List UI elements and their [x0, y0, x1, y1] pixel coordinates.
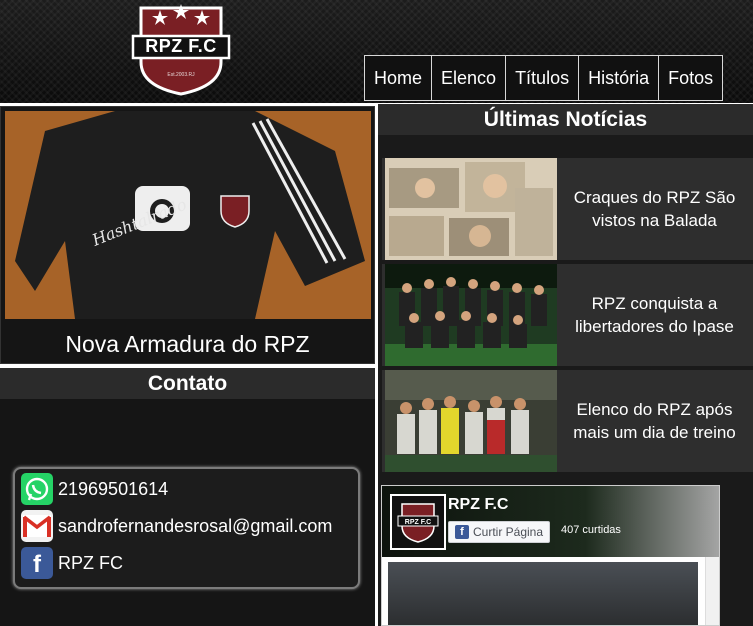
logo-text: RPZ F.C — [145, 36, 217, 56]
facebook-page-name: RPZ FC — [58, 552, 123, 573]
nav-historia[interactable]: História — [578, 55, 660, 101]
news-thumbnail[interactable] — [385, 264, 557, 366]
contact-title: Contato — [0, 368, 375, 399]
news-headline[interactable]: RPZ conquista a libertadores do Ipase — [558, 264, 751, 366]
logo-subtext: Est.2003.RJ — [167, 72, 195, 78]
nav-titulos[interactable]: Títulos — [505, 55, 580, 101]
contact-section: Contato 21969501614 sandrofernandesrosal… — [0, 368, 375, 626]
gmail-icon — [21, 510, 53, 542]
fb-like-label: Curtir Página — [473, 525, 544, 539]
fb-page-name[interactable]: RPZ F.C — [448, 496, 508, 514]
svg-text:RPZ F.C: RPZ F.C — [405, 519, 431, 526]
contact-email[interactable]: sandrofernandesrosal@gmail.com — [21, 510, 332, 542]
jersey-photo[interactable]: Hashtalrado — [5, 111, 371, 319]
contact-phone[interactable]: 21969501614 — [21, 473, 168, 505]
feature-caption[interactable]: Nova Armadura do RPZ — [1, 321, 374, 367]
news-item[interactable]: Craques do RPZ São vistos na Balada — [382, 158, 753, 260]
featured-post[interactable]: Hashtalrado Nova Armadura do RPZ — [0, 106, 375, 364]
latest-news: Últimas Notícias Craques do RPZ São vist… — [378, 104, 753, 626]
contact-facebook[interactable]: f RPZ FC — [21, 547, 123, 579]
phone-number: 21969501614 — [58, 478, 169, 499]
facebook-icon: f — [21, 547, 53, 579]
nav-elenco[interactable]: Elenco — [431, 55, 507, 101]
fb-likes-count: 407 curtidas — [561, 524, 621, 536]
news-item[interactable]: RPZ conquista a libertadores do Ipase — [382, 264, 753, 366]
news-thumbnail[interactable] — [385, 370, 557, 472]
contact-box: 21969501614 sandrofernandesrosal@gmail.c… — [13, 467, 360, 589]
whatsapp-icon — [21, 473, 53, 505]
news-headline[interactable]: Elenco do RPZ após mais um dia de treino — [558, 370, 751, 472]
fb-like-button[interactable]: f Curtir Página — [448, 521, 551, 543]
fb-post-image[interactable] — [388, 562, 698, 625]
fb-page-avatar[interactable]: RPZ F.C — [390, 494, 446, 550]
site-header: RPZ F.C Est.2003.RJ Home Elenco Títulos … — [0, 0, 753, 103]
news-headline[interactable]: Craques do RPZ São vistos na Balada — [558, 158, 751, 260]
rpz-logo[interactable]: RPZ F.C Est.2003.RJ — [127, 0, 235, 96]
nav-home[interactable]: Home — [364, 55, 433, 101]
facebook-icon: f — [455, 525, 469, 539]
email-address: sandrofernandesrosal@gmail.com — [58, 515, 333, 536]
news-item[interactable]: Elenco do RPZ após mais um dia de treino — [382, 370, 753, 472]
news-thumbnail[interactable] — [385, 158, 557, 260]
nav-fotos[interactable]: Fotos — [658, 55, 724, 101]
news-title: Últimas Notícias — [378, 104, 753, 135]
fb-scrollbar[interactable] — [705, 557, 719, 625]
facebook-page-widget[interactable]: RPZ F.C RPZ F.C f Curtir Página 407 curt… — [381, 485, 720, 626]
main-nav: Home Elenco Títulos História Fotos — [364, 55, 724, 101]
